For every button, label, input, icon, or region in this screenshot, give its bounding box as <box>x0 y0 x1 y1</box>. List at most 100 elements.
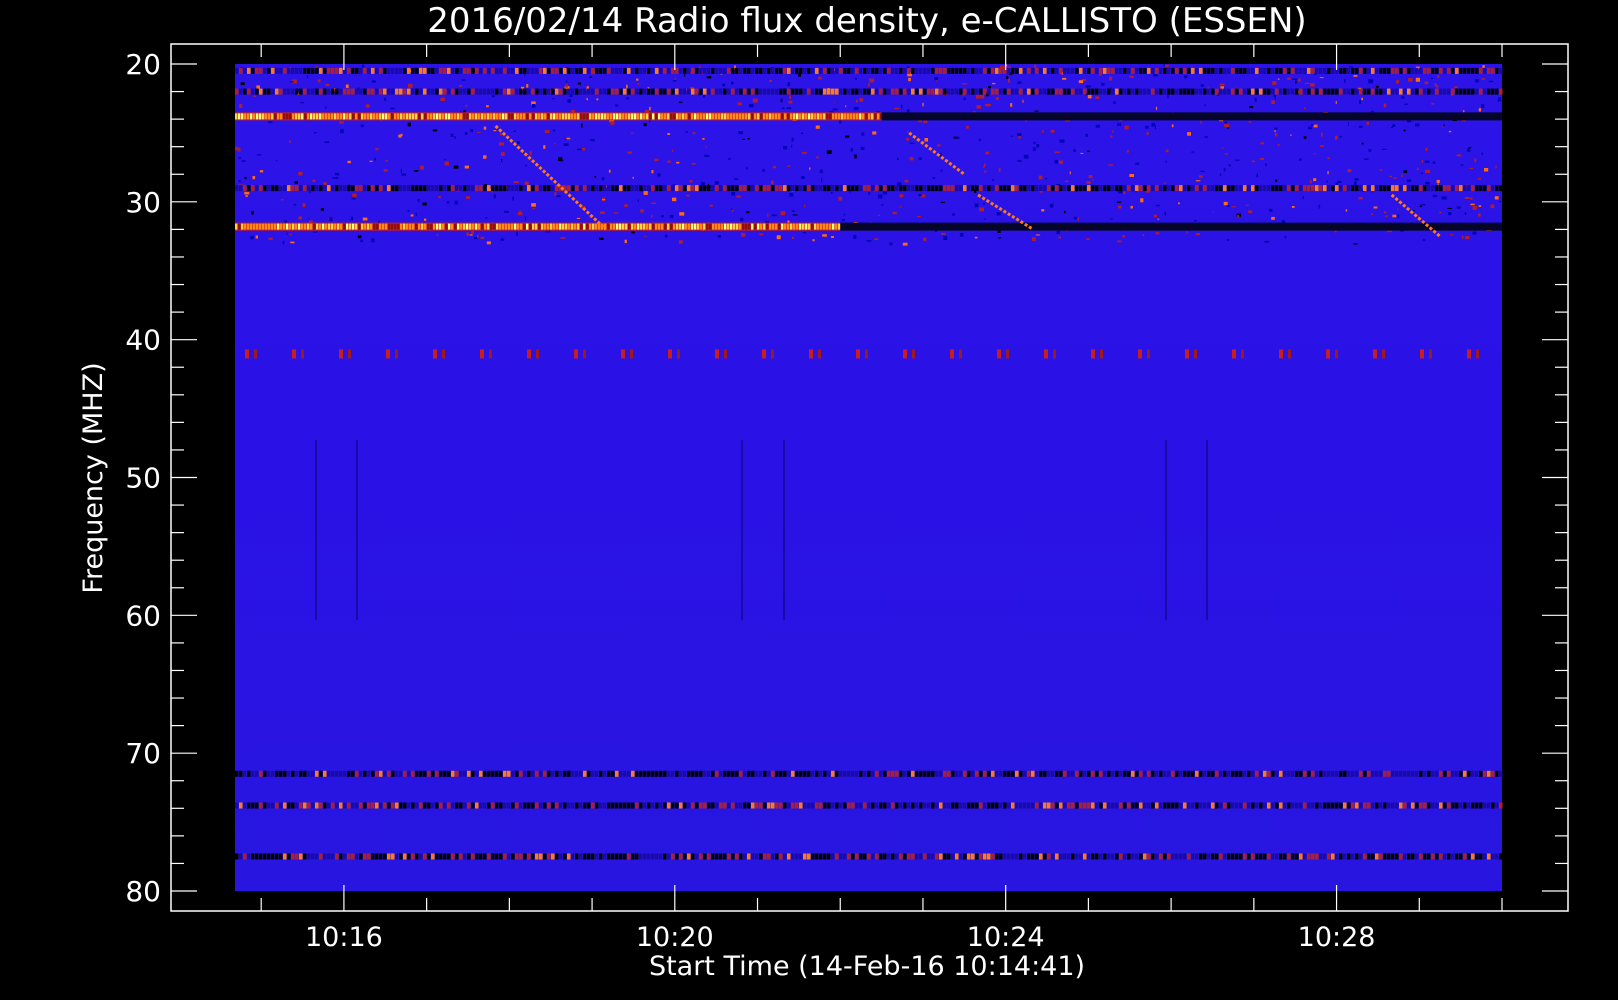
noise-mark <box>637 83 639 85</box>
band-cell <box>1007 67 1011 74</box>
band-cell <box>1467 67 1471 74</box>
noise-mark <box>580 123 583 128</box>
band-cell <box>835 770 839 777</box>
band-cell <box>1011 185 1015 192</box>
noise-mark <box>383 169 388 172</box>
band-cell <box>793 223 796 230</box>
band-cell <box>565 113 568 120</box>
band-cell <box>871 802 875 809</box>
noise-mark <box>1087 150 1090 152</box>
band-cell <box>1067 185 1071 192</box>
noise-mark <box>802 151 807 154</box>
noise-mark <box>1224 153 1228 155</box>
noise-mark <box>1195 180 1201 182</box>
band-cell <box>1003 853 1007 860</box>
band-cell <box>343 185 347 192</box>
band-cell <box>1291 88 1295 95</box>
band-cell <box>599 853 603 860</box>
band-cell <box>874 113 877 120</box>
band-cell <box>1447 185 1451 192</box>
noise-mark <box>874 238 879 240</box>
noise-mark <box>906 137 909 141</box>
band-cell <box>325 113 328 120</box>
band-cell <box>1051 802 1055 809</box>
noise-mark <box>501 159 503 163</box>
band-cell <box>251 802 255 809</box>
noise-mark <box>812 239 815 242</box>
band-cell <box>448 223 451 230</box>
band-cell <box>1347 853 1351 860</box>
band-cell <box>538 223 541 230</box>
band-cell <box>1327 185 1331 192</box>
band-cell <box>283 223 286 230</box>
band-cell <box>611 67 615 74</box>
band-cell <box>971 853 975 860</box>
band-cell <box>531 88 535 95</box>
band-cell <box>1067 770 1071 777</box>
noise-mark <box>1420 172 1423 174</box>
noise-mark <box>417 199 420 203</box>
band-cell <box>451 88 455 95</box>
band-cell <box>1083 185 1087 192</box>
band-cell <box>631 113 634 120</box>
band-cell <box>1382 349 1385 359</box>
band-cell <box>731 185 735 192</box>
noise-mark <box>1145 125 1149 129</box>
band-cell <box>1383 185 1387 192</box>
band-cell <box>875 67 879 74</box>
band-cell <box>1135 802 1139 809</box>
band-cell <box>455 802 459 809</box>
band-cell <box>1463 770 1467 777</box>
band-cell <box>1179 185 1183 192</box>
band-cell <box>505 113 508 120</box>
band-cell <box>1239 185 1243 192</box>
band-cell <box>855 67 859 74</box>
band-cell <box>259 88 263 95</box>
band-cell <box>923 88 927 95</box>
band-cell <box>387 67 391 74</box>
noise-mark <box>480 236 485 239</box>
band-cell <box>935 770 939 777</box>
band-cell <box>943 88 947 95</box>
band-cell <box>1447 853 1451 860</box>
band-cell <box>431 67 435 74</box>
band-cell <box>418 113 421 120</box>
band-cell <box>1375 853 1379 860</box>
band-cell <box>307 67 311 74</box>
band-cell <box>1359 802 1363 809</box>
band-cell <box>559 802 563 809</box>
band-cell <box>1075 770 1079 777</box>
band-cell <box>419 185 423 192</box>
band-cell <box>463 770 467 777</box>
band-cell <box>1223 770 1227 777</box>
band-cell <box>395 67 399 74</box>
band-cell <box>421 223 424 230</box>
band-cell <box>591 67 595 74</box>
band-cell <box>348 349 351 359</box>
band-cell <box>1395 770 1399 777</box>
band-cell <box>1043 770 1047 777</box>
noise-mark <box>464 132 468 135</box>
band-cell <box>730 113 733 120</box>
band-cell <box>562 223 565 230</box>
band-cell <box>807 67 811 74</box>
band-cell <box>859 67 863 74</box>
band-cell <box>271 223 274 230</box>
band-cell <box>327 802 331 809</box>
band-cell <box>1351 853 1355 860</box>
band-cell <box>625 113 628 120</box>
band-cell <box>493 223 496 230</box>
band-cell <box>579 88 583 95</box>
band-cell <box>1415 185 1419 192</box>
band-cell <box>759 88 763 95</box>
band-cell <box>827 185 831 192</box>
band-cell <box>795 770 799 777</box>
band-cell <box>667 67 671 74</box>
band-cell <box>1459 802 1463 809</box>
band-cell <box>1155 802 1159 809</box>
band-cell <box>244 223 247 230</box>
band-cell <box>547 67 551 74</box>
noise-mark <box>800 132 804 134</box>
noise-mark <box>1392 214 1397 218</box>
noise-mark <box>1370 110 1374 113</box>
